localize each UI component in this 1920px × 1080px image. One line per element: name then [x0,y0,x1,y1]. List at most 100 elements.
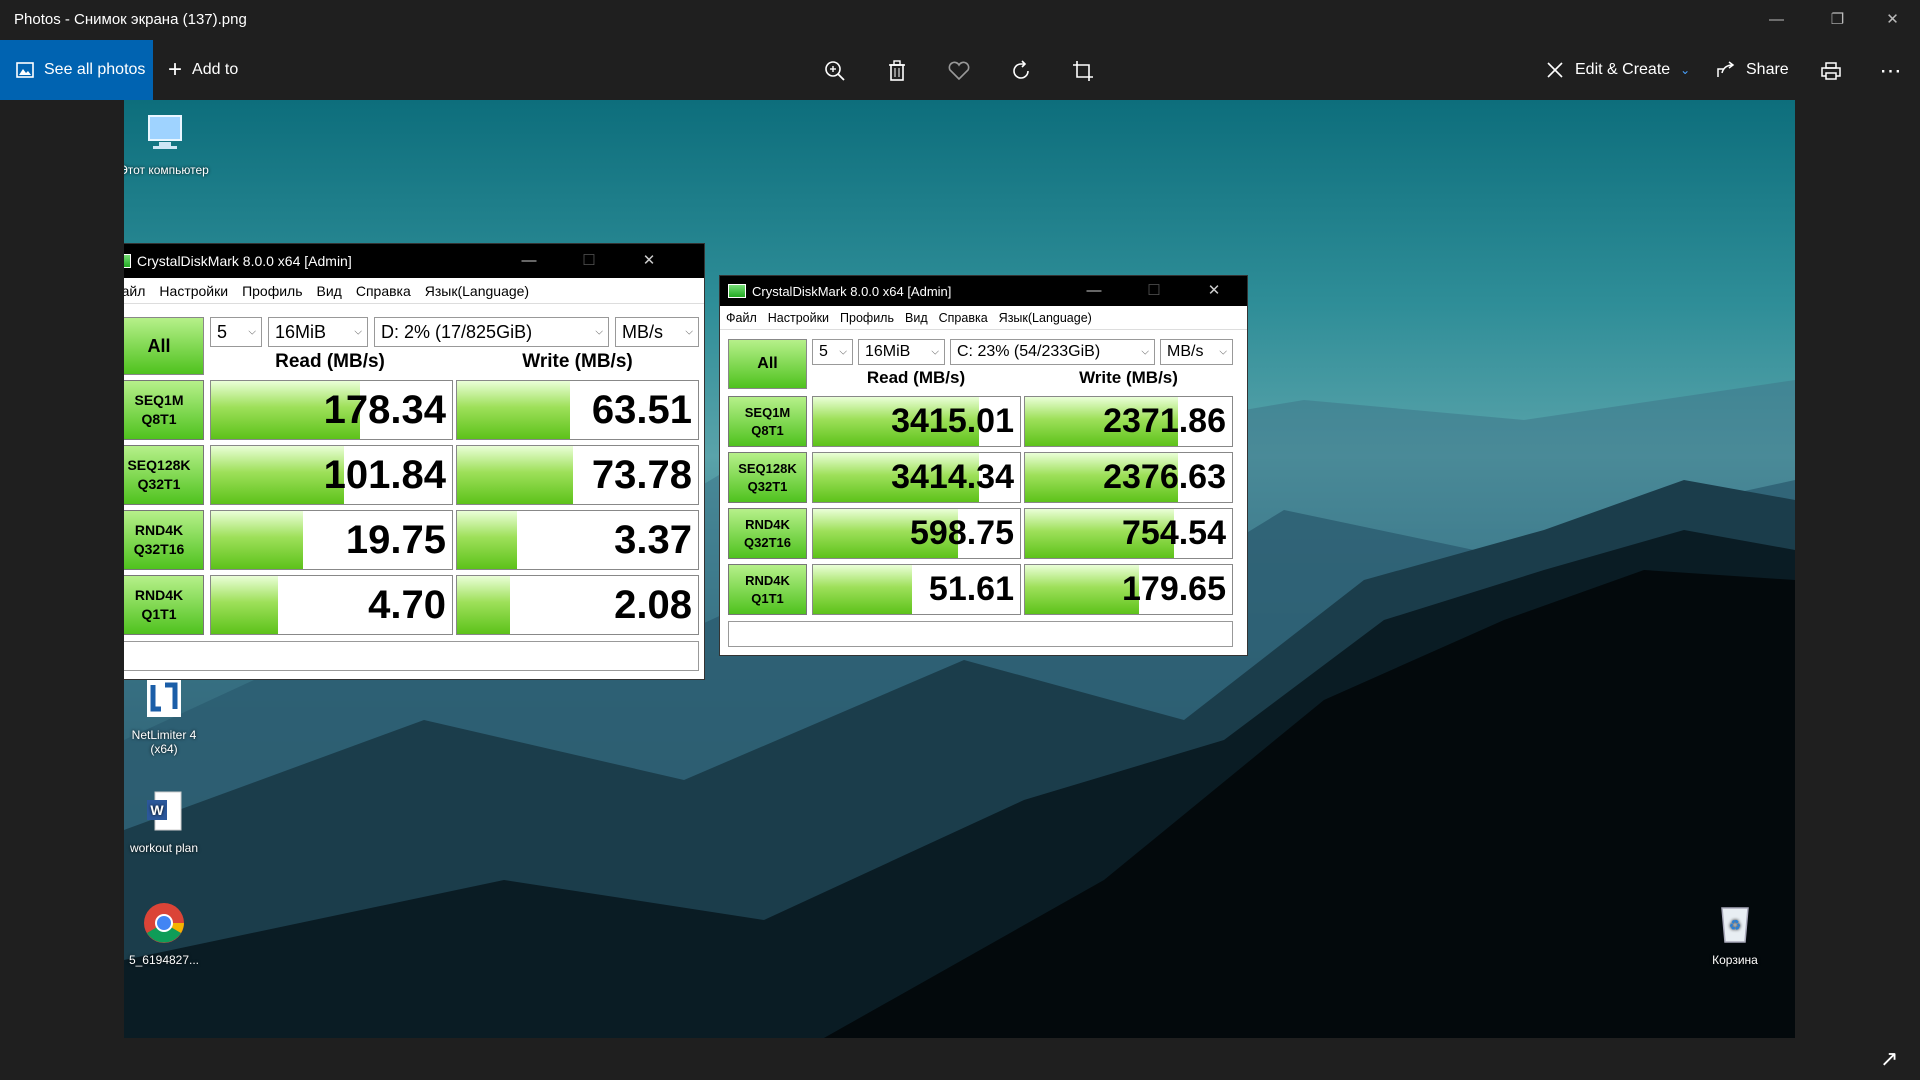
menu-profile[interactable]: Профиль [840,311,894,325]
maximize-button[interactable]: ☐ [1125,276,1183,306]
menu-help[interactable]: Справка [939,311,988,325]
rotate-icon[interactable] [1006,56,1036,86]
chevron-down-icon: ⌵ [248,326,256,338]
photos-toolbar: See all photos + Add to Edit & Create ⌄ … [0,40,1920,100]
close-button[interactable]: ✕ [1862,0,1920,40]
test-label[interactable]: SEQ128K Q32T1 [124,445,204,505]
read-value: 598.75 [910,514,1014,552]
test-size-value: 16MiB [275,321,327,342]
menu-language[interactable]: Язык(Language) [425,283,529,299]
read-value: 19.75 [345,517,446,562]
desktop-icon-recycle-bin[interactable]: ♻ Корзина [1690,900,1780,967]
all-run-button[interactable]: All [124,317,204,375]
crystaldiskmark-window-d[interactable]: CrystalDiskMark 8.0.0 x64 [Admin] — ☐ ✕ … [124,243,705,680]
write-progress-bar [457,576,511,634]
test-label[interactable]: SEQ1M Q8T1 [728,396,807,447]
menu-settings[interactable]: Настройки [159,283,228,299]
read-result-cell: 4.70 [210,575,453,635]
read-progress-bar [211,576,279,634]
read-header: Read (MB/s) [275,351,385,372]
write-value: 3.37 [614,517,692,562]
write-progress-bar [457,381,571,439]
crystaldiskmark-window-c[interactable]: CrystalDiskMark 8.0.0 x64 [Admin] — ☐ ✕ … [719,275,1248,656]
write-value: 2.08 [614,582,692,627]
close-button[interactable]: ✕ [620,244,678,278]
test-size-select[interactable]: 16MiB ⌵ [858,339,945,365]
minimize-button[interactable]: — [500,244,558,278]
menu-view[interactable]: Вид [905,311,928,325]
delete-icon[interactable] [882,56,912,86]
see-all-photos-button[interactable]: See all photos [0,40,153,100]
desktop-icon-label: Корзина [1712,953,1758,967]
crystaldiskmark-app-icon [124,254,131,268]
fullscreen-icon[interactable]: ↗ [1880,1046,1898,1072]
share-button[interactable]: Share [1716,40,1789,100]
desktop-icon-chrome-file[interactable]: 5_6194827... [124,900,209,967]
test-queue-threads: Q32T1 [137,476,181,492]
close-button[interactable]: ✕ [1185,276,1243,306]
write-result-cell: 2.08 [456,575,699,635]
drive-value: D: 2% (17/825GiB) [381,321,533,342]
test-count-select[interactable]: 5 ⌵ [812,339,853,365]
more-options-icon[interactable]: ⋯ [1876,56,1906,86]
crop-icon[interactable] [1068,56,1098,86]
test-name: RND4K [134,522,184,539]
status-bar [124,641,699,671]
plus-icon: + [168,56,183,83]
add-to-button[interactable]: + Add to [168,40,238,100]
chevron-down-icon: ⌵ [685,326,693,338]
photo-canvas: Этот компьютер NetLimiter 4 (x64) W work… [124,100,1795,1038]
photos-title-bar: Photos - Снимок экрана (137).png — ❐ ✕ [0,0,1920,40]
maximize-button[interactable]: ☐ [560,244,618,278]
drive-select[interactable]: D: 2% (17/825GiB) ⌵ [374,317,609,347]
chevron-down-icon: ⌵ [354,326,362,338]
test-label[interactable]: RND4K Q1T1 [728,564,807,615]
menu-file[interactable]: Файл [726,311,757,325]
chevron-down-icon: ⌵ [839,346,847,358]
test-name: RND4K [134,587,184,604]
desktop-icon-netlimiter[interactable]: NetLimiter 4 (x64) [124,675,209,756]
menu-help[interactable]: Справка [356,283,411,299]
window-title: Photos - Снимок экрана (137).png [14,11,247,28]
print-icon[interactable] [1816,56,1846,86]
write-header: Write (MB/s) [522,351,633,372]
test-count-select[interactable]: 5 ⌵ [210,317,262,347]
photos-icon [16,62,34,78]
minimize-button[interactable]: — [1065,276,1123,306]
edit-create-button[interactable]: Edit & Create ⌄ [1545,40,1690,100]
menu-profile[interactable]: Профиль [242,283,302,299]
test-label[interactable]: SEQ1M Q8T1 [124,380,204,440]
test-label[interactable]: RND4K Q1T1 [124,575,204,635]
menu-file[interactable]: Файл [124,283,145,299]
drive-select[interactable]: C: 23% (54/233GiB) ⌵ [950,339,1155,365]
test-size-select[interactable]: 16MiB ⌵ [268,317,368,347]
menu-settings[interactable]: Настройки [768,311,829,325]
test-label[interactable]: SEQ128K Q32T1 [728,452,807,503]
write-result-cell: 754.54 [1024,508,1233,559]
cdm-title-bar[interactable]: CrystalDiskMark 8.0.0 x64 [Admin] — ☐ ✕ [720,276,1247,306]
read-progress-bar [211,511,303,569]
write-result-cell: 179.65 [1024,564,1233,615]
write-result-cell: 3.37 [456,510,699,570]
menu-language[interactable]: Язык(Language) [999,311,1092,325]
unit-select[interactable]: MB/s ⌵ [615,317,699,347]
test-label[interactable]: RND4K Q32T16 [728,508,807,559]
unit-value: MB/s [622,321,664,342]
desktop-icon-workout-plan[interactable]: W workout plan [124,788,209,855]
chrome-icon [144,903,184,943]
desktop-icon-this-pc[interactable]: Этот компьютер [124,110,209,177]
read-result-cell: 598.75 [812,508,1021,559]
minimize-button[interactable]: — [1746,0,1807,40]
zoom-icon[interactable] [820,56,850,86]
favorite-heart-icon[interactable] [944,56,974,86]
menu-view[interactable]: Вид [317,283,342,299]
test-queue-threads: Q8T1 [751,422,784,438]
share-icon [1717,61,1735,77]
cdm-menu-bar: Файл Настройки Профиль Вид Справка Язык(… [124,278,704,304]
restore-button[interactable]: ❐ [1807,0,1868,40]
test-label[interactable]: RND4K Q32T16 [124,510,204,570]
all-run-button[interactable]: All [728,339,807,389]
cdm-title-bar[interactable]: CrystalDiskMark 8.0.0 x64 [Admin] — ☐ ✕ [124,244,704,278]
unit-select[interactable]: MB/s ⌵ [1160,339,1233,365]
cdm-window-title: CrystalDiskMark 8.0.0 x64 [Admin] [137,253,352,269]
